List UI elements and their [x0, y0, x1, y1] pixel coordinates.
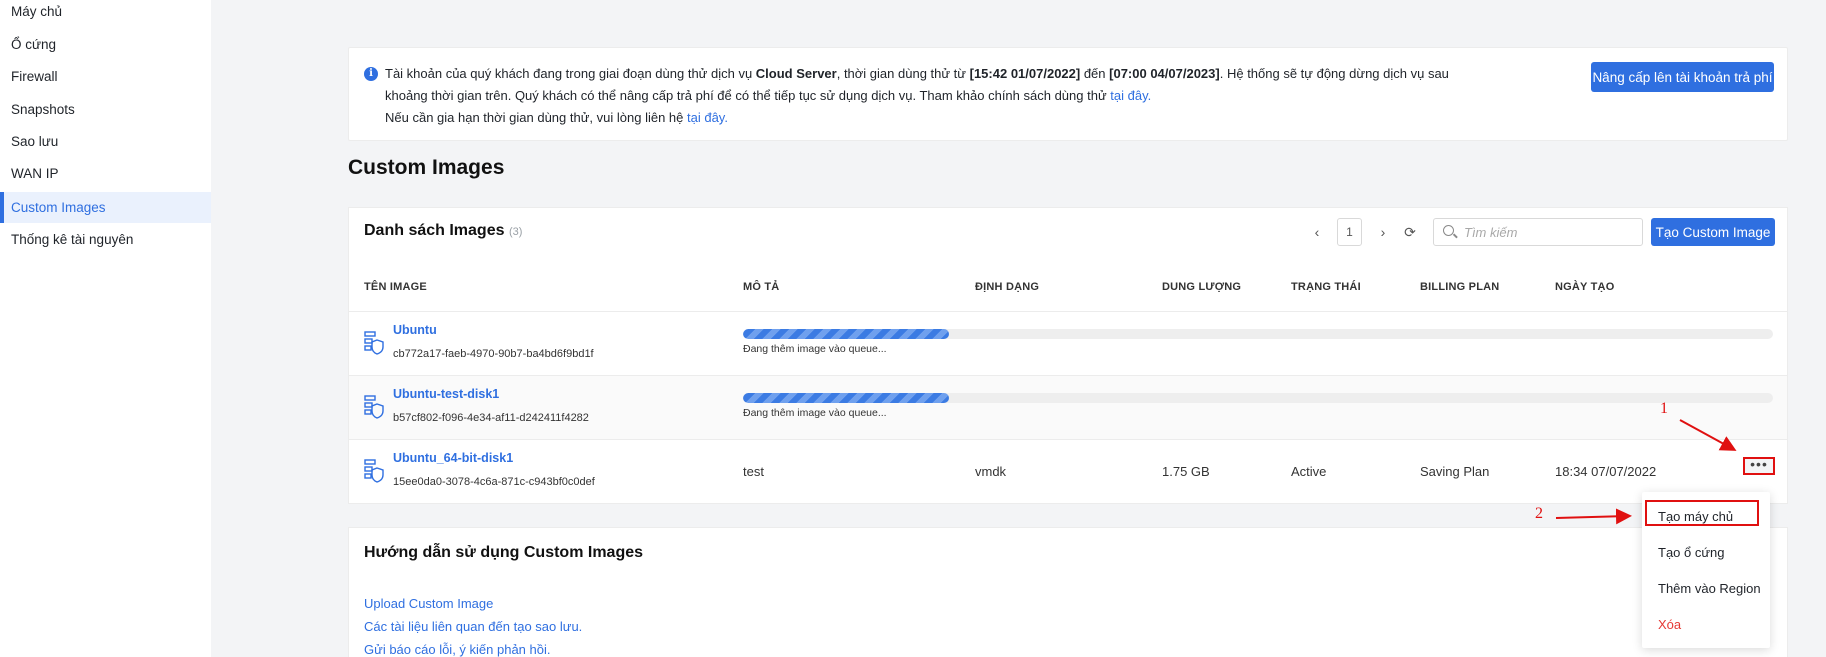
annotation-arrow-1: [1679, 419, 1737, 451]
annotation-arrow-2: [1555, 508, 1632, 525]
annotation-arrows: [1555, 419, 1737, 525]
